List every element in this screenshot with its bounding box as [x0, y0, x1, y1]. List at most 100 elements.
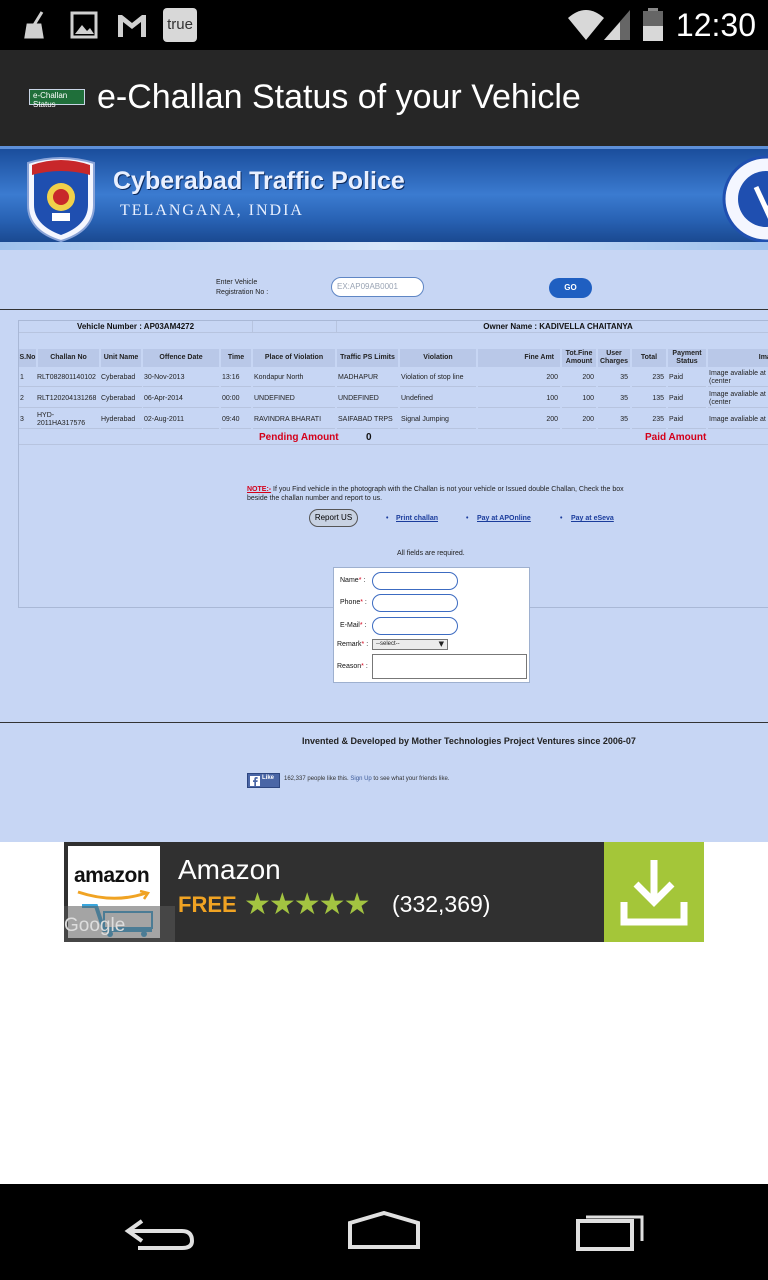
facebook-like-text: 162,337 people like this. Sign Up to see…: [284, 776, 449, 782]
fb-signup-link[interactable]: Sign Up: [350, 776, 371, 782]
table-row: 2 RLT120204131268 Cyberabad 06-Apr-2014 …: [19, 390, 768, 408]
col-header: User Charges: [598, 349, 630, 367]
download-button[interactable]: [604, 842, 704, 942]
cell-violation: Signal Jumping: [400, 411, 476, 429]
phone-label: Phone* :: [340, 599, 367, 606]
report-form: Name* : Phone* : E-Mail* : Remark* : --s…: [333, 567, 530, 683]
name-label-text: Name: [340, 577, 359, 584]
cell-charges: 35: [598, 369, 630, 387]
banner: Cyberabad Traffic Police TELANGANA, INDI…: [0, 146, 768, 250]
cell-ps: SAIFABAD TRPS: [337, 411, 398, 429]
cell-unit: Hyderabad: [100, 411, 142, 429]
email-field[interactable]: [372, 617, 458, 635]
cell-fine: 100: [478, 390, 560, 408]
paid-amount-label: Paid Amount: [645, 432, 707, 443]
table-header: S.No Challan No Unit Name Offence Date T…: [19, 349, 768, 367]
amazon-smile-icon: [77, 890, 151, 900]
pay-aponline-link[interactable]: Pay at APOnline: [477, 515, 531, 522]
vehicle-number: Vehicle Number : AP03AM4272: [19, 321, 253, 333]
print-challan-link[interactable]: Print challan: [396, 515, 438, 522]
banner-title: Cyberabad Traffic Police: [113, 167, 405, 195]
search-label: Enter Vehicle Registration No :: [216, 278, 268, 298]
cell-challan-no[interactable]: RLT082801140102: [36, 369, 100, 387]
cell-challan-no[interactable]: HYD-2011HA317576: [36, 411, 100, 429]
required-note: All fields are required.: [397, 550, 465, 557]
cell-tot-fine: 200: [562, 369, 596, 387]
col-header: S.No: [19, 349, 36, 367]
app-logo-icon[interactable]: e-Challan Status: [29, 89, 85, 109]
search-label-line2: Registration No :: [216, 289, 269, 296]
col-header: Violation: [400, 349, 476, 367]
facebook-icon: [250, 776, 260, 786]
app-title: e-Challan Status of your Vehicle: [97, 78, 581, 116]
back-icon[interactable]: [120, 1211, 200, 1251]
cell-sno: 2: [19, 390, 36, 408]
banner-stripe: [0, 242, 768, 250]
wifi-icon: [568, 10, 604, 40]
cell-status: Paid: [668, 390, 706, 408]
col-header: Fine Amt: [478, 349, 560, 367]
col-header: Image: [708, 349, 768, 367]
rating-stars-icon: ★★★★★: [244, 887, 370, 922]
col-header: Challan No: [38, 349, 99, 367]
report-us-button[interactable]: Report US: [309, 509, 358, 527]
reason-textarea[interactable]: [372, 654, 527, 679]
col-header: Traffic PS Limits: [337, 349, 398, 367]
cell-image: Image avaliable at (center: [708, 369, 768, 387]
note-label: NOTE:-: [247, 486, 272, 493]
col-header: Time: [221, 349, 251, 367]
table-row: 1 RLT082801140102 Cyberabad 30-Nov-2013 …: [19, 369, 768, 387]
cell-date: 06-Apr-2014: [143, 390, 219, 408]
remark-label-text: Remark: [337, 641, 362, 648]
col-header: Total: [632, 349, 666, 367]
pending-amount-label: Pending Amount: [259, 432, 339, 443]
fb-tail: to see what your friends like.: [373, 776, 450, 782]
home-icon[interactable]: [344, 1211, 424, 1251]
ad-banner[interactable]: amazon Google Amazon FREE ★★★★★ (332,369…: [64, 842, 704, 942]
pay-eseva-link[interactable]: Pay at eSeva: [571, 515, 614, 522]
webview[interactable]: Cyberabad Traffic Police TELANGANA, INDI…: [0, 146, 768, 842]
cell-date: 30-Nov-2013: [143, 369, 219, 387]
google-overlay-text: Google: [64, 915, 126, 936]
remark-select[interactable]: --select-- ▼: [372, 639, 448, 650]
cell-challan-no[interactable]: RLT120204131268: [36, 390, 100, 408]
cell-time: 13:16: [221, 369, 251, 387]
phone-field[interactable]: [372, 594, 458, 612]
fb-count: 162,337 people like this.: [284, 776, 349, 782]
battery-icon: [643, 8, 663, 41]
google-overlay: Google: [64, 906, 175, 942]
bullet-icon: •: [466, 515, 469, 522]
col-header: Offence Date: [143, 349, 219, 367]
cell-status: Paid: [668, 411, 706, 429]
amount-summary-row: Pending Amount 0 Paid Amount 6: [19, 431, 768, 445]
cell-image: Image avaliable at (center: [708, 390, 768, 408]
email-label: E-Mail* :: [340, 622, 367, 629]
developer-credit: Invented & Developed by Mother Technolog…: [302, 736, 636, 746]
recent-apps-icon[interactable]: [572, 1211, 652, 1251]
dropdown-arrow-icon: ▼: [438, 640, 444, 648]
cell-total: 235: [632, 411, 666, 429]
cell-time: 09:40: [221, 411, 251, 429]
phone-label-text: Phone: [340, 599, 361, 606]
bullet-icon: •: [386, 515, 389, 522]
go-button[interactable]: GO: [549, 278, 592, 298]
cell-total: 235: [632, 369, 666, 387]
status-bar: true 12:30: [0, 0, 768, 50]
broom-icon: [24, 11, 44, 39]
ad-app-name: Amazon: [178, 854, 281, 885]
divider: [0, 309, 768, 310]
cell-date: 02-Aug-2011: [143, 411, 219, 429]
table-row: 3 HYD-2011HA317576 Hyderabad 02-Aug-2011…: [19, 411, 768, 429]
cell-place: RAVINDRA BHARATI: [253, 411, 335, 429]
remark-selected: --select--: [376, 641, 400, 647]
empty-cell: [253, 321, 337, 333]
pending-amount-value: 0: [366, 432, 372, 443]
cell-unit: Cyberabad: [100, 390, 142, 408]
facebook-like-button[interactable]: Like: [247, 773, 280, 788]
amazon-logo-text: amazon: [74, 864, 150, 887]
cell-total: 135: [632, 390, 666, 408]
cell-violation: Undefined: [400, 390, 476, 408]
name-field[interactable]: [372, 572, 458, 590]
registration-input[interactable]: EX:AP09AB0001: [331, 277, 424, 297]
col-header: Unit Name: [101, 349, 141, 367]
